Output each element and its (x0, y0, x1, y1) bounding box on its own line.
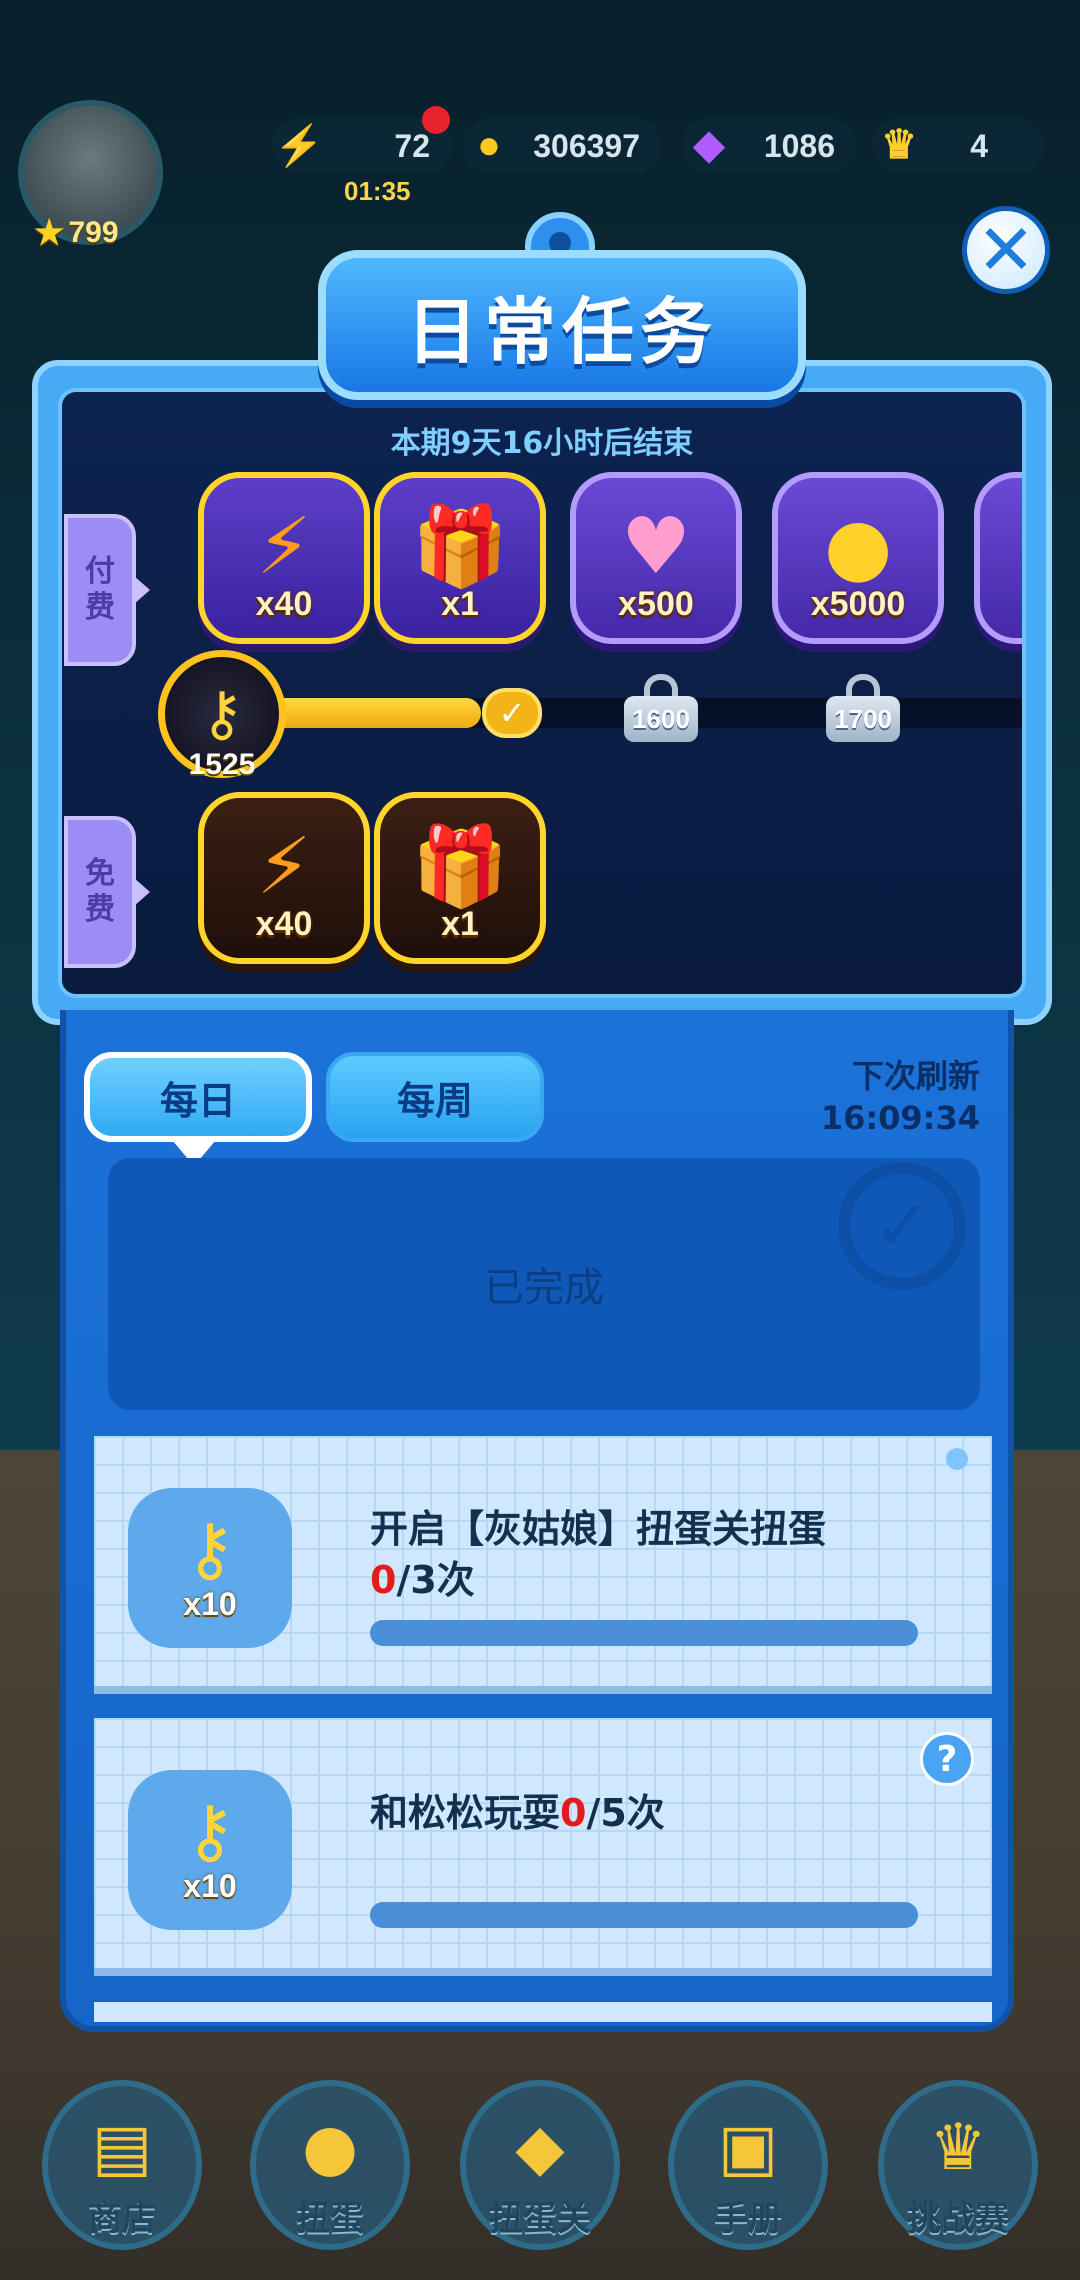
gem-counter[interactable]: ◆ 1086 (682, 118, 857, 174)
paid-reward-4[interactable]: ● x5000 (772, 472, 944, 644)
reward-count: x1 (441, 585, 479, 623)
nav-label: 扭蛋 (296, 2199, 364, 2239)
reward-count: x5000 (810, 585, 906, 623)
gacha-stage-icon: ◆ (515, 2111, 565, 2185)
crown-icon: ♛ (881, 123, 917, 167)
gem-icon: ◆ (693, 123, 725, 167)
crown-value: 4 (970, 127, 988, 164)
lock-icon (644, 674, 678, 696)
paid-reward-partial[interactable] (974, 472, 1022, 644)
nav-label: 商店 (88, 2199, 156, 2239)
close-button[interactable]: ✕ (962, 206, 1050, 294)
milestone-lock-2: 1700 (826, 674, 900, 752)
task-progress-bar (370, 1620, 918, 1646)
challenge-icon: ♛ (929, 2111, 987, 2185)
completed-label: 已完成 (484, 1265, 604, 1311)
free-track-tab: 免 费 (64, 816, 150, 968)
reward-count: x40 (255, 905, 313, 943)
player-level: ★ 799 (34, 212, 154, 254)
nav-album[interactable]: ▣ 手册 (668, 2080, 828, 2250)
paid-reward-1[interactable]: ⚡ x40 (198, 472, 370, 644)
notification-dot (422, 106, 450, 134)
task-text: 和松松玩耍 (370, 1791, 561, 1835)
reward-track: 本期9天16小时后结束 付 费 免 费 ⚡ x40 🎁 x1 ♥ x500 ● … (58, 388, 1026, 998)
task-reward-count: x10 (183, 1867, 237, 1904)
energy-value: 72 (394, 127, 430, 164)
task-reward: ⚷ x10 (128, 1488, 292, 1648)
coin-icon: ● (476, 122, 502, 167)
reward-count: x1 (441, 905, 479, 943)
task-progress-total: /3次 (396, 1558, 475, 1603)
task-description: 和松松玩耍0/5次 (370, 1788, 930, 1839)
key-count: 1525 (188, 748, 256, 781)
task-progress-total: /5次 (586, 1791, 665, 1835)
gacha-icon: ● (302, 2111, 358, 2185)
task-progress-bar (370, 1902, 918, 1928)
coin-counter[interactable]: ● 306397 (462, 118, 662, 174)
page-title: 日常任务 (318, 250, 806, 400)
key-icon: ⚷ (184, 1789, 236, 1872)
free-label-2: 费 (85, 892, 115, 927)
coin-value: 306397 (533, 127, 640, 164)
paid-label-1: 付 (85, 554, 115, 589)
nav-label: 扭蛋关 (489, 2199, 591, 2239)
paid-reward-2[interactable]: 🎁 x1 (374, 472, 546, 644)
free-reward-1[interactable]: ⚡ x40 (198, 792, 370, 964)
nav-gacha[interactable]: ● 扭蛋 (250, 2080, 410, 2250)
task-description: 开启【灰姑娘】扭蛋关扭蛋 0/3次 (370, 1504, 930, 1607)
nav-challenge[interactable]: ♛ 挑战赛 (878, 2080, 1038, 2250)
tab-weekly[interactable]: 每周 (326, 1052, 544, 1142)
task-text: 开启【灰姑娘】扭蛋关扭蛋 (370, 1507, 827, 1551)
crown-counter[interactable]: ♛ 4 (872, 118, 1044, 174)
help-button[interactable]: ? (920, 1732, 974, 1786)
paid-label-2: 费 (85, 590, 115, 625)
level-value: 799 (68, 216, 119, 249)
task-reward-count: x10 (183, 1585, 237, 1622)
shop-icon: ▤ (91, 2111, 153, 2185)
paid-reward-3[interactable]: ♥ x500 (570, 472, 742, 644)
refresh-label: 下次刷新 (851, 1057, 980, 1095)
task-card: ⚷ x10 开启【灰姑娘】扭蛋关扭蛋 0/3次 (94, 1436, 992, 1694)
nav-label: 挑战赛 (907, 2199, 1009, 2239)
energy-timer: 01:35 (344, 176, 411, 206)
refresh-time: 16:09:34 (820, 1098, 980, 1137)
paid-track-tab: 付 费 (64, 514, 150, 666)
free-reward-2[interactable]: 🎁 x1 (374, 792, 546, 964)
lock-icon (846, 674, 880, 696)
task-card-partial (94, 2002, 992, 2022)
task-progress-current: 0 (560, 1791, 587, 1835)
check-icon: ✓ (482, 688, 542, 738)
reward-count: x40 (255, 585, 313, 623)
reward-count: x500 (618, 585, 694, 623)
task-progress-current: 0 (370, 1558, 397, 1603)
milestone-value: 1600 (632, 703, 690, 734)
nav-shop[interactable]: ▤ 商店 (42, 2080, 202, 2250)
milestone-lock-1: 1600 (624, 674, 698, 752)
refresh-timer: 下次刷新 16:09:34 (780, 1056, 980, 1139)
task-reward: ⚷ x10 (128, 1770, 292, 1930)
milestone-value: 1700 (834, 703, 892, 734)
nav-label: 手册 (714, 2199, 782, 2239)
star-icon: ★ (34, 214, 65, 252)
season-end-time: 本期9天16小时后结束 (390, 426, 694, 461)
question-icon: ? (936, 1738, 958, 1780)
card-dot (946, 1448, 968, 1470)
key-icon: ⚷ (184, 1507, 236, 1590)
free-label-1: 免 (85, 856, 115, 891)
album-icon: ▣ (717, 2111, 779, 2185)
lightning-icon: ⚡ (274, 123, 324, 168)
gem-value: 1086 (763, 127, 835, 164)
task-card: ? ⚷ x10 和松松玩耍0/5次 (94, 1718, 992, 1976)
close-icon: ✕ (976, 209, 1036, 291)
nav-gacha-stage[interactable]: ◆ 扭蛋关 (460, 2080, 620, 2250)
tab-daily[interactable]: 每日 (84, 1052, 312, 1142)
completed-stamp-icon: ✓ (838, 1162, 966, 1290)
